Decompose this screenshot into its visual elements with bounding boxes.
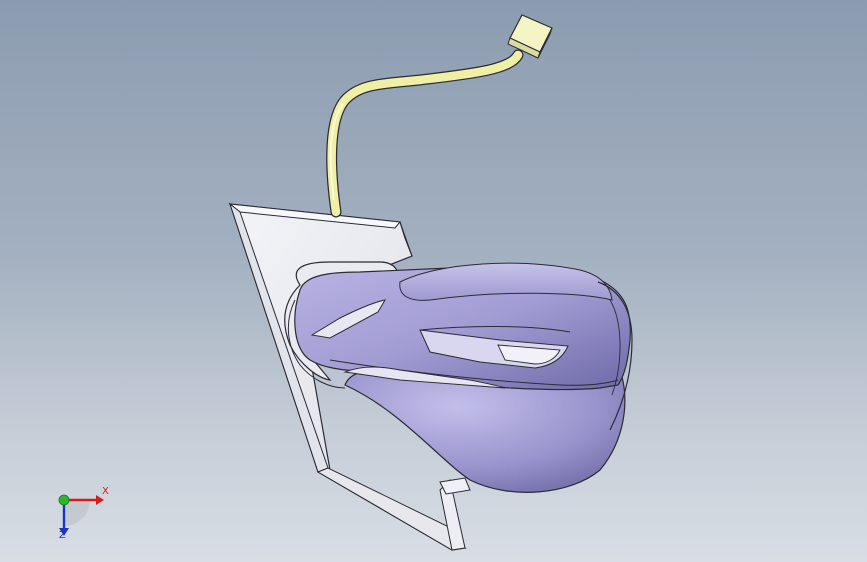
y-axis-dot — [58, 494, 70, 506]
wire-cable[interactable] — [326, 49, 524, 218]
z-axis-label: Z — [59, 530, 66, 541]
x-axis-label: X — [102, 486, 109, 497]
graphics-viewport[interactable]: X Z — [0, 0, 867, 562]
orientation-triad: X Z — [44, 480, 124, 550]
triad-graphic — [58, 494, 104, 536]
bracket-tab[interactable] — [439, 477, 471, 495]
triad-reference-plane — [64, 500, 90, 526]
3d-model-view[interactable] — [0, 0, 867, 562]
